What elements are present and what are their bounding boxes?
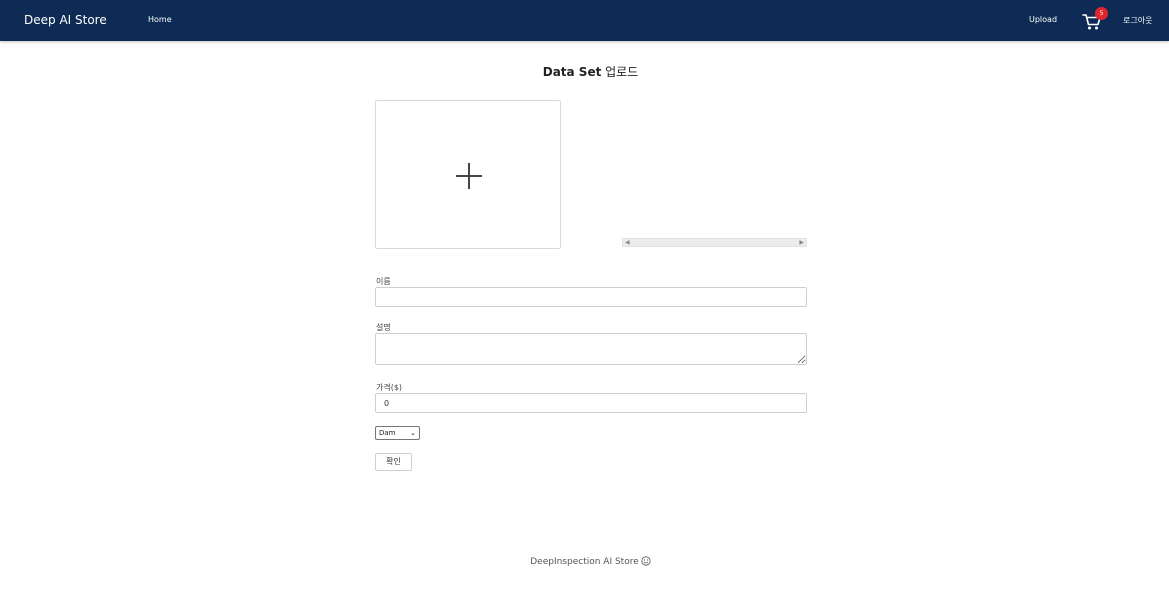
chevron-down-icon: ⌄ [410, 429, 416, 437]
smile-icon [641, 556, 651, 569]
category-select[interactable]: Dam ⌄ [375, 426, 420, 440]
horizontal-scrollbar[interactable]: ◀ ▶ [622, 238, 807, 247]
nav-upload-link[interactable]: Upload [1029, 15, 1057, 24]
image-upload-area[interactable] [375, 100, 561, 249]
footer-text: DeepInspection AI Store [530, 557, 639, 567]
cart-count-badge: 5 [1095, 7, 1108, 20]
category-select-value: Dam [379, 429, 396, 437]
footer: DeepInspection AI Store [0, 556, 1169, 569]
submit-button[interactable]: 확인 [375, 453, 412, 471]
brand-logo[interactable]: Deep AI Store [24, 13, 107, 27]
page-title-rest: 업로드 [601, 65, 639, 79]
logout-link[interactable]: 로그아웃 [1123, 15, 1152, 26]
price-label: 가격($) [376, 383, 403, 392]
nav-home-link[interactable]: Home [148, 15, 172, 24]
top-navbar: Deep AI Store Home Upload 5 로그아웃 [0, 0, 1169, 41]
page-title-bold: Data Set [542, 65, 602, 79]
name-label: 이름 [376, 277, 391, 286]
scroll-right-icon[interactable]: ▶ [799, 239, 804, 247]
plus-icon [456, 163, 482, 189]
price-input[interactable] [375, 393, 807, 413]
description-textarea[interactable] [375, 333, 807, 365]
description-label: 설명 [376, 323, 391, 332]
name-input[interactable] [375, 287, 807, 307]
page-title: Data Set 업로드 [0, 63, 1169, 80]
scroll-left-icon[interactable]: ◀ [625, 239, 630, 247]
